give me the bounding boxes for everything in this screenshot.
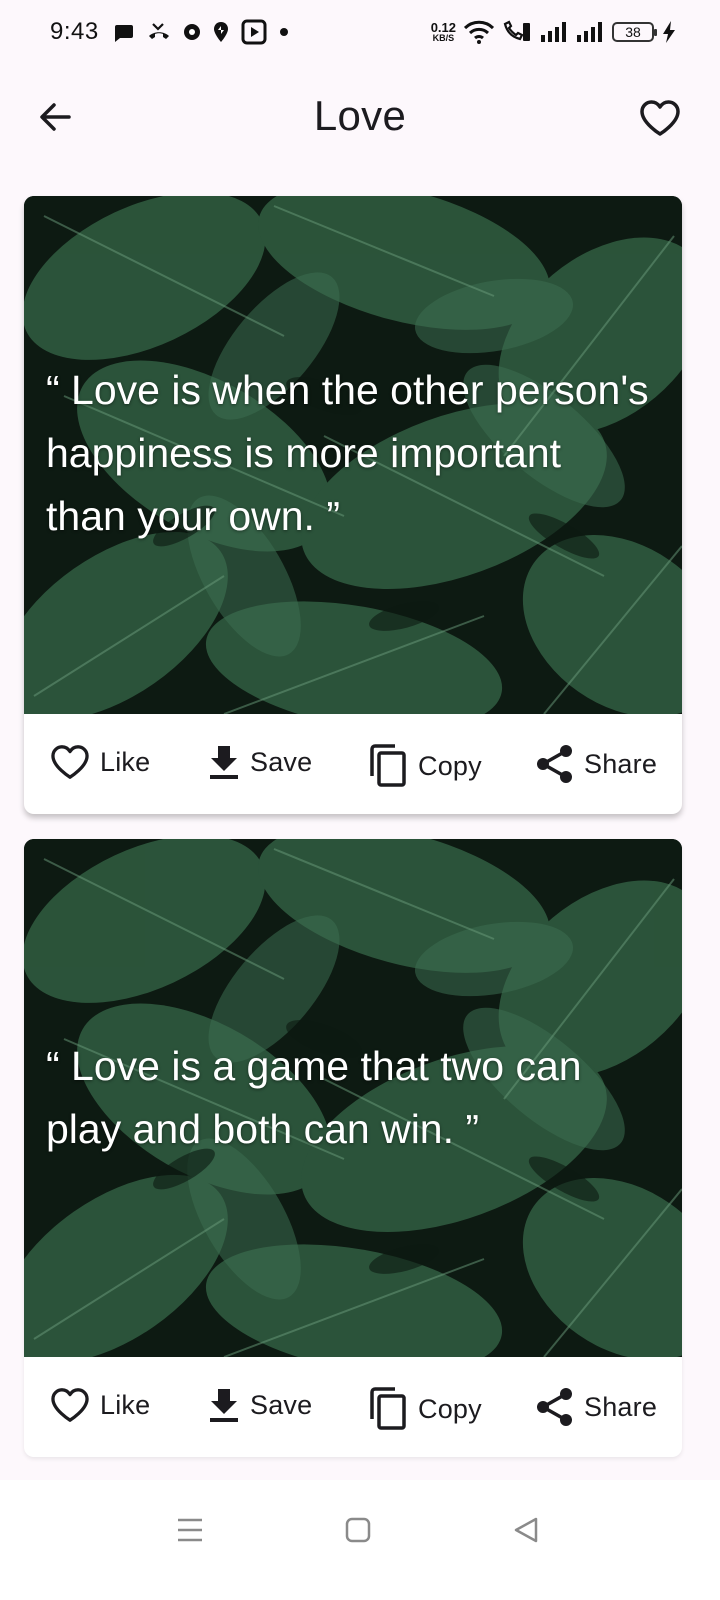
status-bar: 9:43 0.12 KB/S 38 (0, 0, 720, 64)
copy-label: Copy (418, 750, 482, 781)
signal-icon-2 (577, 22, 602, 42)
quote-card: “ Love is a game that two can play and b… (24, 839, 682, 1457)
missed-call-icon (148, 23, 169, 39)
share-label: Share (584, 1391, 658, 1422)
net-speed-unit: KB/S (432, 33, 455, 43)
save-label: Save (250, 1389, 313, 1420)
download-icon (210, 1389, 238, 1422)
battery-icon: 38 (612, 22, 657, 42)
quote-actions: Like Save Copy Share (24, 1357, 682, 1457)
quote-background-image: “ Love is a game that two can play and b… (24, 839, 682, 1357)
dot-icon (279, 28, 288, 36)
back-triangle-icon (514, 1517, 538, 1543)
copy-button[interactable]: Copy (368, 1387, 482, 1431)
status-right: 0.12 KB/S 38 (431, 20, 676, 44)
home-button[interactable] (338, 1510, 378, 1550)
app-icon (183, 24, 200, 40)
screen: 9:43 0.12 KB/S 38 Love “ Love is when th… (0, 0, 720, 1600)
save-button[interactable]: Save (208, 744, 312, 780)
app-bar: Love (0, 64, 720, 168)
status-time: 9:43 (50, 18, 99, 45)
quote-actions: Like Save Copy Share (24, 714, 682, 814)
message-icon (114, 25, 133, 42)
quote-background-image: “ Love is when the other person's happin… (24, 196, 682, 714)
system-back-button[interactable] (506, 1510, 546, 1550)
quote-card: “ Love is when the other person's happin… (24, 196, 682, 814)
status-left: 9:43 (50, 18, 289, 46)
like-button[interactable]: Like (50, 744, 150, 780)
download-icon (210, 746, 238, 779)
like-label: Like (100, 1389, 151, 1420)
share-button[interactable]: Share (536, 1387, 657, 1427)
save-label: Save (250, 746, 313, 777)
copy-label: Copy (418, 1393, 482, 1424)
notification-icons (113, 19, 289, 45)
net-speed: 0.12 KB/S (431, 21, 456, 43)
favorites-button[interactable] (638, 96, 682, 140)
page-title: Love (313, 92, 407, 139)
quote-text: “ Love is when the other person's happin… (46, 367, 649, 539)
like-label: Like (100, 746, 151, 777)
menu-icon (178, 1518, 202, 1542)
youtube-icon (241, 19, 267, 45)
recent-apps-button[interactable] (170, 1510, 210, 1550)
charging-icon (663, 21, 675, 43)
save-button[interactable]: Save (208, 1387, 312, 1423)
arrow-left-icon (40, 103, 71, 131)
share-icon (537, 1388, 572, 1426)
copy-button[interactable]: Copy (368, 744, 482, 788)
quote-text: “ Love is a game that two can play and b… (46, 1043, 582, 1152)
heart-outline-icon (640, 100, 680, 136)
wifi-icon (464, 20, 494, 44)
back-button[interactable] (34, 96, 76, 138)
copy-icon (370, 744, 406, 787)
share-label: Share (584, 748, 658, 779)
share-icon (537, 745, 572, 783)
copy-icon (370, 1387, 406, 1430)
heart-outline-icon (51, 745, 89, 779)
app-icon-2 (213, 22, 228, 42)
signal-icon (541, 22, 566, 42)
like-button[interactable]: Like (50, 1387, 150, 1423)
heart-outline-icon (51, 1388, 89, 1422)
home-icon (345, 1517, 371, 1543)
system-nav-bar (0, 1480, 720, 1600)
share-button[interactable]: Share (536, 744, 657, 784)
volte-call-icon (503, 20, 530, 41)
battery-level: 38 (625, 24, 641, 40)
